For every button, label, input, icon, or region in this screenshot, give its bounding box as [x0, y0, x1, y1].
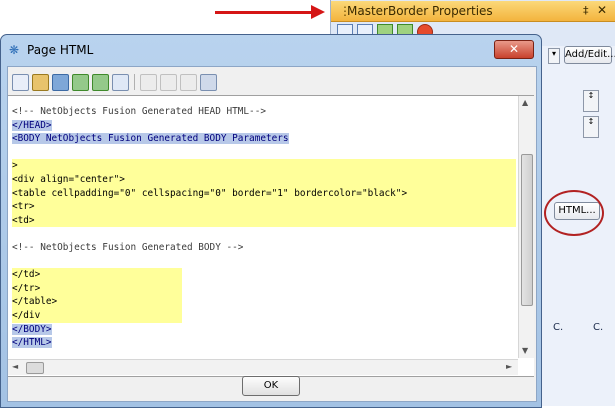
spinner-up-icon[interactable]: ↕ — [583, 90, 599, 112]
scroll-left-icon[interactable]: ◄ — [12, 362, 18, 371]
code-line: </div — [12, 308, 182, 323]
code-line-text: > — [12, 160, 18, 172]
code-line-text: <td> — [12, 214, 35, 226]
vertical-scrollbar[interactable]: ▲ ▼ — [518, 96, 534, 358]
scroll-up-icon[interactable]: ▲ — [522, 98, 528, 107]
dialog-title-bar: ❋ Page HTML ✕ — [1, 35, 541, 63]
code-line-text: <table cellpadding="0" cellspacing="0" b… — [12, 187, 408, 199]
annotation-ellipse — [544, 190, 604, 236]
code-line-text: </HTML> — [12, 337, 52, 349]
book-icon[interactable] — [52, 73, 69, 91]
code-line-text: <!-- NetObjects Fusion Generated BODY --… — [12, 241, 244, 253]
code-line-text: </td> — [12, 269, 41, 281]
code-line: </HEAD> — [12, 119, 516, 133]
app-icon: ❋ — [9, 43, 20, 57]
annotation-arrow-line — [215, 11, 313, 14]
code-line-text: </HEAD> — [12, 119, 52, 131]
code-line: </td> — [12, 268, 182, 282]
side-item-c2[interactable]: C. — [593, 322, 603, 333]
code-line-text: </table> — [12, 296, 58, 308]
pin-icon[interactable]: ‡ — [583, 4, 589, 17]
code-text: <!-- NetObjects Fusion Generated HEAD HT… — [12, 105, 516, 350]
close-icon[interactable]: ✕ — [597, 3, 607, 17]
code-line-text: </tr> — [12, 282, 41, 294]
code-line: <div align="center"> — [12, 172, 516, 187]
code-line: </tr> — [12, 281, 182, 296]
spinner-down-icon[interactable]: ↕ — [583, 116, 599, 138]
new-icon[interactable] — [12, 73, 29, 91]
page-icon[interactable] — [112, 73, 129, 91]
side-item-c1[interactable]: C. — [553, 322, 563, 333]
outdent-icon[interactable] — [92, 73, 109, 91]
find-icon[interactable] — [32, 73, 49, 91]
dropdown-arrow-icon[interactable]: ▾ — [548, 48, 560, 64]
code-line: </HTML> — [12, 336, 516, 350]
code-line: </BODY> — [12, 323, 516, 337]
add-edit-button[interactable]: Add/Edit... — [564, 46, 615, 64]
save-icon[interactable] — [200, 73, 217, 91]
annotation-arrow-head — [311, 5, 325, 19]
code-line: <BODY NetObjects Fusion Generated BODY P… — [12, 132, 516, 146]
code-line: <!-- NetObjects Fusion Generated BODY --… — [12, 241, 516, 255]
code-line: <tr> — [12, 200, 516, 214]
vertical-scroll-thumb[interactable] — [521, 154, 533, 306]
code-line: <td> — [12, 213, 516, 228]
html-code-editor[interactable]: <!-- NetObjects Fusion Generated HEAD HT… — [8, 95, 534, 377]
code-line: <table cellpadding="0" cellspacing="0" b… — [12, 186, 516, 201]
horizontal-scroll-thumb[interactable] — [26, 362, 44, 374]
code-line-text: </BODY> — [12, 323, 52, 335]
indent-icon[interactable] — [72, 73, 89, 91]
properties-title-bar: ⋮ MasterBorder Properties ‡ ✕ — [331, 1, 615, 22]
code-line: </table> — [12, 295, 182, 309]
toolbar-separator — [134, 74, 135, 90]
code-line: <!-- NetObjects Fusion Generated HEAD HT… — [12, 105, 516, 119]
cut-icon[interactable] — [140, 73, 157, 91]
code-line-text: <BODY NetObjects Fusion Generated BODY P… — [12, 133, 289, 145]
code-line-text: <tr> — [12, 201, 35, 213]
paste-icon[interactable] — [180, 73, 197, 91]
code-line: > — [12, 159, 516, 173]
dialog-close-button[interactable]: ✕ — [494, 40, 534, 59]
code-line-text: <!-- NetObjects Fusion Generated HEAD HT… — [12, 106, 266, 117]
ok-button[interactable]: OK — [242, 376, 300, 396]
page-html-dialog: ❋ Page HTML ✕ <!-- NetObjects Fusion Gen… — [0, 34, 542, 408]
properties-title: MasterBorder Properties — [347, 4, 493, 18]
horizontal-scrollbar[interactable]: ◄ ► — [8, 359, 518, 375]
dialog-title: Page HTML — [27, 43, 94, 57]
dialog-client-area: <!-- NetObjects Fusion Generated HEAD HT… — [7, 66, 537, 402]
copy-icon[interactable] — [160, 73, 177, 91]
code-line-text: <div align="center"> — [12, 173, 125, 185]
code-line-text: </div — [12, 309, 41, 321]
scroll-down-icon[interactable]: ▼ — [522, 346, 528, 355]
editor-toolbar — [12, 72, 217, 92]
scroll-right-icon[interactable]: ► — [506, 362, 512, 371]
